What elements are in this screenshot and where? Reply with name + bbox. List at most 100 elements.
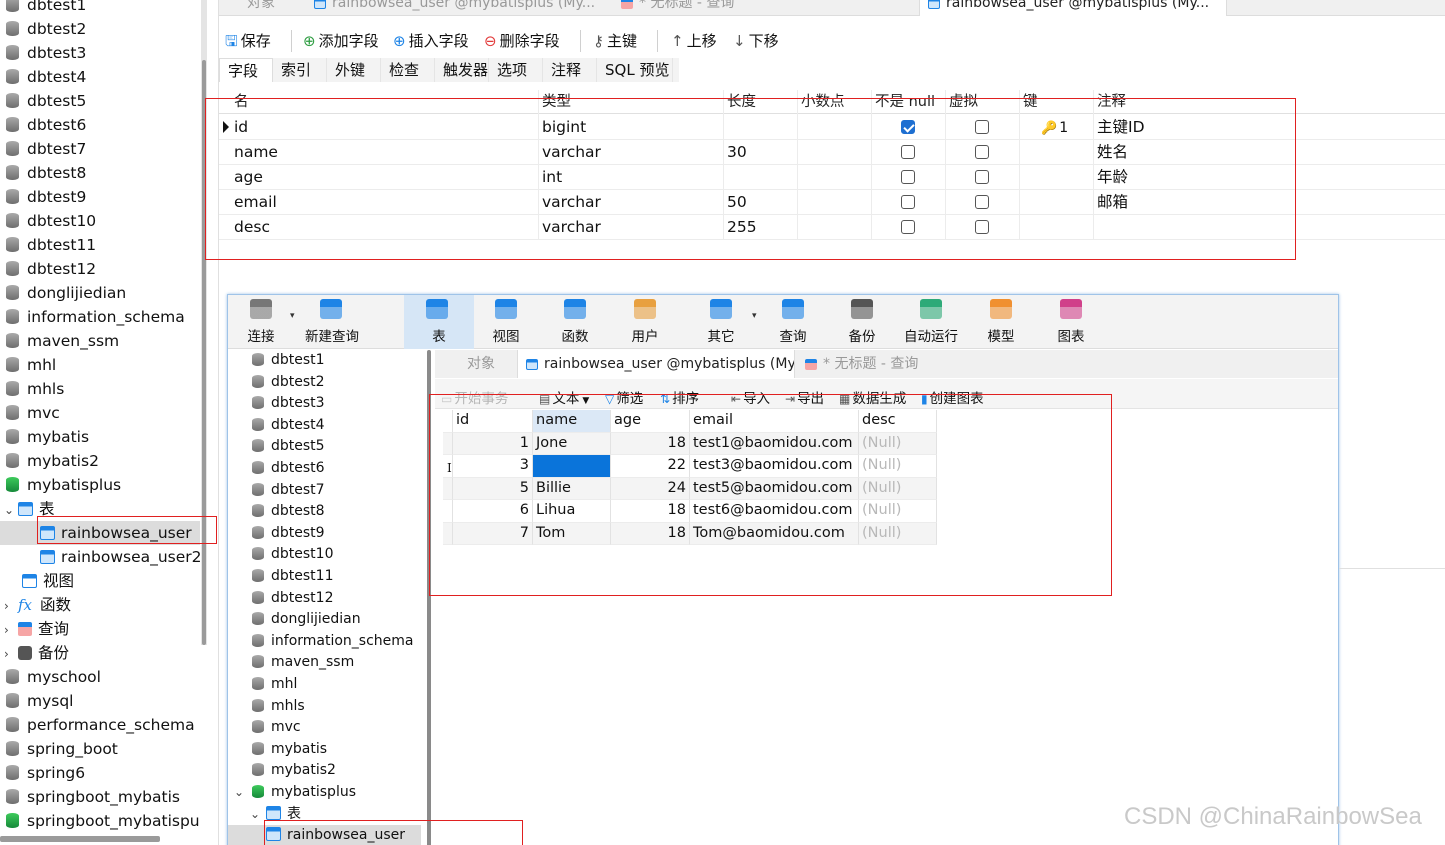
grid-cell-desc[interactable]: (Null) xyxy=(859,522,937,545)
field-cell-virtual[interactable] xyxy=(946,190,1020,215)
field-cell-key[interactable]: 🔑 1 xyxy=(1020,115,1094,140)
table-row[interactable]: 6 Lihua 18 test6@baomidou.com (Null) xyxy=(443,500,938,523)
tree-item-dbtest11[interactable]: dbtest11 xyxy=(0,233,96,257)
fg-tree-item[interactable]: ⌄ 表 xyxy=(228,804,301,826)
delete-field-button[interactable]: ⊖ 删除字段 xyxy=(484,30,560,51)
grid-cell-email[interactable]: test1@baomidou.com xyxy=(690,432,859,455)
field-cell-key[interactable] xyxy=(1020,190,1094,215)
column-header[interactable]: 键 xyxy=(1020,90,1094,115)
grid-cell-id[interactable]: 7 xyxy=(453,522,533,545)
toolbar-model-button[interactable]: 模型 xyxy=(968,295,1034,349)
toolbar-view-button[interactable]: 视图 xyxy=(473,295,539,349)
grid-column-email[interactable]: email xyxy=(690,410,859,433)
virtual-checkbox[interactable] xyxy=(975,195,989,209)
fg-tree-item[interactable]: dbtest9 xyxy=(228,523,325,545)
grid-cell-email[interactable]: Tom@baomidou.com xyxy=(690,522,859,545)
grid-cell-id[interactable]: 3 xyxy=(453,455,533,478)
column-header[interactable]: 注释 xyxy=(1094,90,1445,115)
field-cell-virtual[interactable] xyxy=(946,115,1020,140)
virtual-checkbox[interactable] xyxy=(975,170,989,184)
filter-button[interactable]: ▽ 筛选 xyxy=(605,387,643,407)
subtab-2[interactable]: 外键 xyxy=(327,58,381,82)
tree-item-dbtest5[interactable]: dbtest5 xyxy=(0,89,86,113)
tab-untitled-query[interactable]: * 无标题 - 查询 xyxy=(613,0,913,16)
background-tree-scrollbar[interactable] xyxy=(201,0,207,645)
not-null-checkbox[interactable] xyxy=(901,195,915,209)
field-cell-comment[interactable]: 年龄 xyxy=(1094,165,1445,190)
not-null-checkbox[interactable] xyxy=(901,120,915,134)
fg-tree-item[interactable]: dbtest1 xyxy=(228,350,325,372)
field-cell-virtual[interactable] xyxy=(946,215,1020,240)
field-cell-decimals[interactable] xyxy=(798,165,872,190)
row-gutter[interactable] xyxy=(443,500,453,523)
tree-item-donglijiedian[interactable]: donglijiedian xyxy=(0,281,126,305)
field-cell-name[interactable]: age xyxy=(231,165,539,190)
field-cell-not_null[interactable] xyxy=(872,215,946,240)
field-cell-decimals[interactable] xyxy=(798,190,872,215)
grid-column-desc[interactable]: desc xyxy=(859,410,937,433)
field-row[interactable]: id bigint 🔑 1 主键ID xyxy=(219,115,1445,140)
grid-cell-desc[interactable]: (Null) xyxy=(859,432,937,455)
insert-field-button[interactable]: ⊕ 插入字段 xyxy=(393,30,469,51)
tree-item-maven-ssm[interactable]: maven_ssm xyxy=(0,329,119,353)
add-field-button[interactable]: ⊕ 添加字段 xyxy=(303,30,379,51)
tree-item-dbtest4[interactable]: dbtest4 xyxy=(0,65,86,89)
toolbar-table-button[interactable]: 表 xyxy=(404,295,474,349)
tree-item-mvc[interactable]: mvc xyxy=(0,401,60,425)
fg-tree-item[interactable]: dbtest4 xyxy=(228,415,325,437)
foreground-tree-scrollbar[interactable] xyxy=(427,350,431,845)
field-cell-key[interactable] xyxy=(1020,215,1094,240)
tree-item--[interactable]: ⌄ 表 xyxy=(0,497,55,521)
grid-cell-desc[interactable]: (Null) xyxy=(859,455,937,478)
column-header[interactable]: 长度 xyxy=(724,90,798,115)
field-cell-length[interactable]: 255 xyxy=(724,215,798,240)
grid-cell-age[interactable]: 24 xyxy=(611,477,690,500)
subtab-5[interactable]: 选项 xyxy=(489,58,543,82)
virtual-checkbox[interactable] xyxy=(975,220,989,234)
field-cell-virtual[interactable] xyxy=(946,140,1020,165)
column-header[interactable]: 名 xyxy=(231,90,539,115)
grid-cell-name[interactable] xyxy=(533,455,611,478)
field-cell-length[interactable] xyxy=(724,115,798,140)
fg-tree-item[interactable]: dbtest6 xyxy=(228,458,325,480)
tree-item-dbtest9[interactable]: dbtest9 xyxy=(0,185,86,209)
fg-tree-item[interactable]: mhl xyxy=(228,674,297,696)
toolbar-connection-button[interactable]: 连接 xyxy=(228,295,294,349)
field-row[interactable]: name varchar 30 姓名 xyxy=(219,140,1445,165)
field-cell-not_null[interactable] xyxy=(872,190,946,215)
fg-tree-item[interactable]: maven_ssm xyxy=(228,652,354,674)
grid-column-age[interactable]: age xyxy=(611,410,690,433)
tree-item--[interactable]: 视图 xyxy=(0,569,74,593)
virtual-checkbox[interactable] xyxy=(975,145,989,159)
tree-item-dbtest10[interactable]: dbtest10 xyxy=(0,209,96,233)
tab-rainbowsea-user-data[interactable]: rainbowsea_user @mybatisplus (My... xyxy=(306,0,612,16)
virtual-checkbox[interactable] xyxy=(975,120,989,134)
tree-item-mhl[interactable]: mhl xyxy=(0,353,56,377)
field-cell-type[interactable]: bigint xyxy=(539,115,724,140)
column-header[interactable]: 不是 null xyxy=(872,90,946,115)
tree-item-myschool[interactable]: myschool xyxy=(0,665,101,689)
grid-cell-name[interactable]: Billie xyxy=(533,477,611,500)
field-cell-type[interactable]: varchar xyxy=(539,215,724,240)
row-gutter[interactable]: I xyxy=(443,455,453,478)
not-null-checkbox[interactable] xyxy=(901,220,915,234)
toolbar-tools-button[interactable]: 其它 xyxy=(688,295,754,349)
fg-tree-item[interactable]: ⌄ mybatisplus xyxy=(228,782,356,804)
grid-cell-desc[interactable]: (Null) xyxy=(859,500,937,523)
field-cell-not_null[interactable] xyxy=(872,140,946,165)
chevron-down-icon[interactable]: ⌄ xyxy=(234,782,252,803)
chevron-down-icon[interactable]: ⌄ xyxy=(250,804,266,825)
tree-item-performance-schema[interactable]: performance_schema xyxy=(0,713,195,737)
tree-item--[interactable]: › 查询 xyxy=(0,617,69,641)
row-gutter[interactable] xyxy=(443,522,453,545)
field-cell-name[interactable]: desc xyxy=(231,215,539,240)
tree-item--[interactable]: › 备份 xyxy=(0,641,69,665)
grid-cell-age[interactable]: 18 xyxy=(611,522,690,545)
toolbar-query-button[interactable]: 查询 xyxy=(760,295,826,349)
chevron-down-icon[interactable]: ▾ xyxy=(752,311,757,321)
row-gutter[interactable] xyxy=(443,477,453,500)
toolbar-function-button[interactable]: 函数 xyxy=(542,295,608,349)
grid-cell-name[interactable]: Tom xyxy=(533,522,611,545)
row-gutter[interactable] xyxy=(443,432,453,455)
tab-objects[interactable]: 对象 xyxy=(219,0,305,16)
